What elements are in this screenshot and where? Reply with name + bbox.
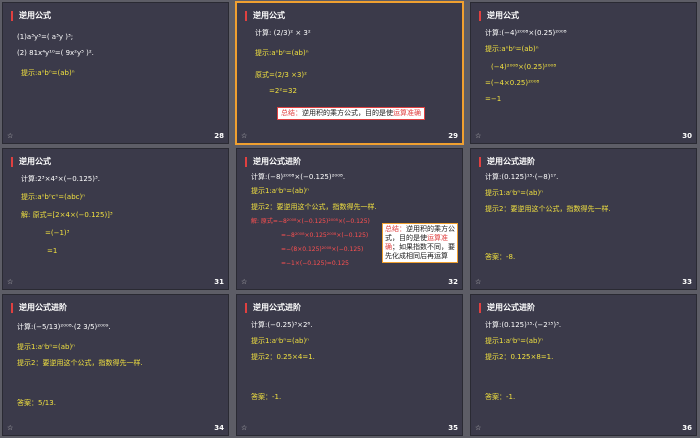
slide-line: 解: 原式=−8²⁰⁰⁸×(−0.125)²⁰⁰⁸×(−0.125): [251, 218, 370, 225]
slide-title: 逆用公式进阶: [479, 157, 535, 167]
slide-thumbnail-36[interactable]: 逆用公式进阶 计算:(0.125)¹⁵·(−2¹⁵)³. 提示1:aⁿbⁿ=(a…: [470, 294, 697, 436]
slide-line: =−1: [485, 95, 502, 103]
slide-line: 答案：-1.: [251, 393, 282, 401]
slide-title: 逆用公式: [479, 11, 519, 21]
star-icon[interactable]: ☆: [475, 132, 481, 140]
slide-line: 提示2：要逆用这个公式，指数得先一样.: [17, 359, 143, 367]
slide-number: 28: [214, 132, 224, 140]
slide-line: 提示2：0.25×4=1.: [251, 353, 315, 361]
slide-line: =(−4×0.25)²⁰⁰⁸: [485, 79, 540, 87]
slide-line: 答案：-1.: [485, 393, 516, 401]
slide-line: 提示2：要逆用这个公式，指数得先一样.: [485, 205, 611, 213]
note-body: 逆用积的乘方公式，目的是使: [302, 109, 393, 117]
star-icon[interactable]: ☆: [475, 424, 481, 432]
star-icon[interactable]: ☆: [241, 132, 247, 140]
note-prefix: 总结：: [281, 109, 302, 117]
star-icon[interactable]: ☆: [241, 424, 247, 432]
slide-line: 提示1:aⁿbⁿ=(ab)ⁿ: [251, 337, 309, 345]
slide-line: (2) 81x⁴y¹⁰=( 9x²y⁵ )².: [17, 49, 94, 57]
slide-line: 计算:(0.125)¹⁵·(−2¹⁵)³.: [485, 321, 562, 329]
star-icon[interactable]: ☆: [7, 132, 13, 140]
slide-line: 提示:aⁿbⁿ=(ab)ⁿ: [485, 45, 539, 53]
slide-title: 逆用公式进阶: [11, 303, 67, 313]
slide-title: 逆用公式进阶: [245, 303, 301, 313]
slide-line: =−1×(−0.125)=0.125: [281, 260, 349, 267]
slide-thumbnail-33[interactable]: 逆用公式进阶 计算:(0.125)¹⁵·(−8)¹⁷. 提示1:aⁿbⁿ=(ab…: [470, 148, 697, 290]
slide-number: 30: [682, 132, 692, 140]
slide-line: 提示2：要逆用这个公式，指数得先一样.: [251, 203, 377, 211]
slide-number: 36: [682, 424, 692, 432]
slide-line: 提示:aⁿbⁿ=(ab)ⁿ: [255, 49, 309, 57]
slide-line: 提示1:aⁿbⁿ=(ab)ⁿ: [251, 187, 309, 195]
slide-line: 计算: (2/3)² × 3²: [255, 29, 311, 37]
slide-number: 34: [214, 424, 224, 432]
slide-line: 解: 原式=[2×4×(−0.125)]³: [21, 211, 113, 219]
slide-thumbnail-31[interactable]: 逆用公式 计算:2³×4³×(−0.125)³. 提示:aⁿbⁿcⁿ=(abc)…: [2, 148, 229, 290]
star-icon[interactable]: ☆: [7, 424, 13, 432]
slide-line: (1)a³y³=( a³y )³;: [17, 33, 74, 41]
slide-thumbnail-29[interactable]: 逆用公式 计算: (2/3)² × 3² 提示:aⁿbⁿ=(ab)ⁿ 原式=(2…: [235, 1, 464, 145]
slide-number: 33: [682, 278, 692, 286]
slide-number: 29: [448, 132, 458, 140]
slide-line: 原式=(2/3 ×3)²: [255, 71, 307, 79]
slide-line: =1: [47, 247, 58, 255]
summary-note: 总结：逆用积的乘方公式，目的是使运算准确；如果指数不同，要先化成相同后再运算: [382, 223, 458, 263]
slide-thumbnail-34[interactable]: 逆用公式进阶 计算:(−5/13)²⁰⁰⁸·(2 3/5)²⁰⁰⁹. 提示1:a…: [2, 294, 229, 436]
summary-note: 总结：逆用积的乘方公式，目的是使运算准确: [277, 107, 425, 120]
slide-title: 逆用公式: [11, 11, 51, 21]
slide-thumbnail-28[interactable]: 逆用公式 (1)a³y³=( a³y )³; (2) 81x⁴y¹⁰=( 9x²…: [2, 2, 229, 144]
star-icon[interactable]: ☆: [241, 278, 247, 286]
slide-title: 逆用公式进阶: [245, 157, 301, 167]
star-icon[interactable]: ☆: [475, 278, 481, 286]
slide-line: =2²=32: [269, 87, 297, 95]
slide-thumbnail-30[interactable]: 逆用公式 计算:(−4)²⁰⁰⁸×(0.25)²⁰⁰⁸ 提示:aⁿbⁿ=(ab)…: [470, 2, 697, 144]
slide-line: 答案：-8.: [485, 253, 516, 261]
slide-number: 31: [214, 278, 224, 286]
slide-title: 逆用公式进阶: [479, 303, 535, 313]
note-prefix: 总结：: [385, 225, 406, 233]
slide-line: 答案：5/13.: [17, 399, 56, 407]
slide-line: 提示1:aⁿbⁿ=(ab)ⁿ: [485, 337, 543, 345]
slide-thumbnail-35[interactable]: 逆用公式进阶 计算:(−0.25)³×2⁶. 提示1:aⁿbⁿ=(ab)ⁿ 提示…: [236, 294, 463, 436]
slide-line: 计算:2³×4³×(−0.125)³.: [21, 175, 101, 183]
slide-line: 计算:(−5/13)²⁰⁰⁸·(2 3/5)²⁰⁰⁹.: [17, 323, 111, 331]
slide-line: 提示:aⁿbⁿ=(ab)ⁿ: [21, 69, 75, 77]
slide-number: 35: [448, 424, 458, 432]
slide-thumbnail-32[interactable]: 逆用公式进阶 计算:(−8)²⁰⁰⁸×(−0.125)²⁰⁰⁸. 提示1:aⁿb…: [236, 148, 463, 290]
note-tail: ；如果指数不同，要先化成相同后再运算: [385, 243, 455, 260]
slide-line: (−4)²⁰⁰⁸×(0.25)²⁰⁰⁸: [491, 63, 557, 71]
slide-number: 32: [448, 278, 458, 286]
slide-line: =−8²⁰⁰⁸×0.125²⁰⁰⁸×(−0.125): [281, 232, 369, 239]
slide-title: 逆用公式: [245, 11, 285, 21]
note-highlight: 运算准确: [393, 109, 421, 117]
slide-line: 计算:(−0.25)³×2⁶.: [251, 321, 313, 329]
slide-line: 计算:(−4)²⁰⁰⁸×(0.25)²⁰⁰⁸: [485, 29, 567, 37]
slide-line: 提示1:aⁿbⁿ=(ab)ⁿ: [485, 189, 543, 197]
slide-line: 计算:(−8)²⁰⁰⁸×(−0.125)²⁰⁰⁸.: [251, 173, 346, 181]
star-icon[interactable]: ☆: [7, 278, 13, 286]
slide-line: =(−1)³: [45, 229, 70, 237]
slide-line: 提示2：0.125×8=1.: [485, 353, 554, 361]
slide-title: 逆用公式: [11, 157, 51, 167]
slide-line: =−(8×0.125)²⁰⁰⁸×(−0.125): [281, 246, 364, 253]
slide-line: 提示1:aⁿbⁿ=(ab)ⁿ: [17, 343, 75, 351]
slide-line: 计算:(0.125)¹⁵·(−8)¹⁷.: [485, 173, 559, 181]
slide-line: 提示:aⁿbⁿcⁿ=(abc)ⁿ: [21, 193, 86, 201]
